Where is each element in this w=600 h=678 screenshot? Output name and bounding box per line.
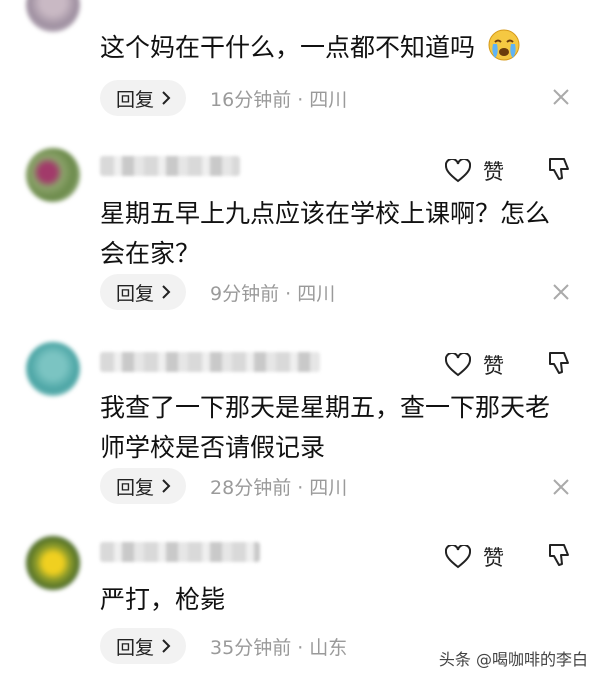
- reply-label: 回复: [116, 636, 155, 659]
- comment-text: 我查了一下那天是星期五，查一下那天老师学校是否请假记录: [100, 393, 551, 462]
- like-control[interactable]: 赞: [445, 542, 504, 572]
- reply-button[interactable]: 回复: [100, 468, 187, 504]
- reply-label: 回复: [116, 282, 155, 305]
- username-redacted: [100, 542, 260, 562]
- like-control[interactable]: 赞: [445, 156, 504, 186]
- like-label: 赞: [483, 354, 504, 378]
- crying-emoji-icon: [487, 28, 521, 74]
- avatar[interactable]: [26, 536, 80, 590]
- chevron-right-icon: [162, 91, 171, 105]
- comment-time: 28分钟前 · 四川: [210, 476, 348, 499]
- comment-meta: 回复 16分钟前 · 四川: [100, 80, 347, 116]
- comment-time: 16分钟前 · 四川: [210, 88, 348, 111]
- close-icon[interactable]: [552, 88, 570, 106]
- comment-text: 这个妈在干什么，一点都不知道吗: [100, 28, 570, 74]
- avatar[interactable]: [26, 0, 80, 32]
- reply-button[interactable]: 回复: [100, 628, 187, 664]
- comment-text: 星期五早上九点应该在学校上课啊？怎么会在家？: [100, 199, 551, 268]
- close-icon[interactable]: [552, 283, 570, 301]
- comment-item: 这个妈在干什么，一点都不知道吗 回复 16分钟前 · 四川: [0, 0, 600, 130]
- comment-meta: 回复 28分钟前 · 四川: [100, 468, 347, 504]
- comment-meta: 回复 9分钟前 · 四川: [100, 274, 335, 310]
- comment-item: 赞 我查了一下那天是星期五，查一下那天老师学校是否请假记录 回复 28分钟前 ·…: [0, 336, 600, 516]
- close-icon[interactable]: [552, 478, 570, 496]
- comment-time: 35分钟前 · 山东: [210, 636, 348, 659]
- reply-button[interactable]: 回复: [100, 80, 187, 116]
- like-control[interactable]: 赞: [445, 350, 504, 380]
- comment-time: 9分钟前 · 四川: [210, 282, 336, 305]
- chevron-right-icon: [162, 479, 171, 493]
- chevron-right-icon: [162, 639, 171, 653]
- avatar[interactable]: [26, 342, 80, 396]
- thumbs-down-icon[interactable]: [546, 156, 572, 182]
- comment-meta: 回复 35分钟前 · 山东: [100, 628, 347, 664]
- reply-button[interactable]: 回复: [100, 274, 187, 310]
- reply-label: 回复: [116, 476, 155, 499]
- username-redacted: [100, 156, 240, 176]
- comment-text: 严打，枪毙: [100, 585, 226, 614]
- like-label: 赞: [483, 160, 504, 184]
- heart-outline-icon: [445, 353, 471, 377]
- reply-label: 回复: [116, 88, 155, 111]
- thumbs-down-icon[interactable]: [546, 350, 572, 376]
- username-redacted: [100, 352, 320, 372]
- heart-outline-icon: [445, 159, 471, 183]
- watermark: 头条 @喝咖啡的李白: [438, 650, 588, 669]
- chevron-right-icon: [162, 285, 171, 299]
- heart-outline-icon: [445, 545, 471, 569]
- avatar[interactable]: [26, 148, 80, 202]
- thumbs-down-icon[interactable]: [546, 542, 572, 568]
- like-label: 赞: [483, 546, 504, 570]
- comment-item: 赞 星期五早上九点应该在学校上课啊？怎么会在家？ 回复 9分钟前 · 四川: [0, 140, 600, 320]
